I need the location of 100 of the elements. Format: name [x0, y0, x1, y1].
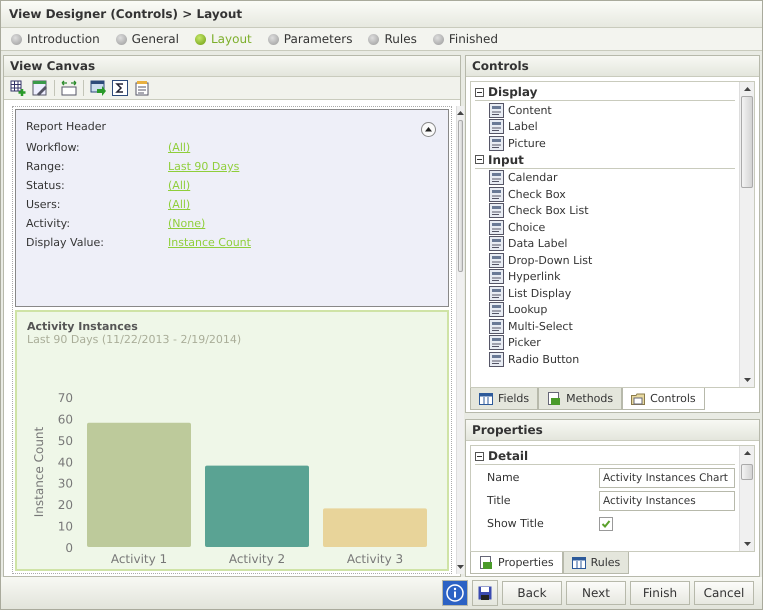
form-icon [489, 102, 504, 118]
tick-label: 40 [58, 455, 73, 470]
tick-label: 0 [65, 541, 73, 555]
grid-icon [572, 556, 586, 570]
field-label: Users: [26, 198, 61, 211]
field-label: Workflow: [26, 141, 80, 154]
collapse-icon[interactable] [421, 122, 436, 137]
control-item[interactable]: Drop-Down List [508, 254, 592, 267]
field-label: Range: [26, 160, 65, 173]
panel-tab[interactable]: Rules [562, 552, 630, 574]
form-icon [489, 352, 504, 367]
axis-title: Instance Count [32, 426, 46, 518]
grid-icon [479, 392, 493, 406]
window-arrow-icon[interactable] [90, 80, 106, 96]
tick-label: 20 [58, 498, 73, 512]
group-header[interactable]: Detail [488, 449, 528, 463]
property-label: Name [487, 471, 520, 484]
tick-label: 60 [58, 412, 73, 426]
panel-tab[interactable]: Controls [622, 388, 705, 410]
scroll-up-icon[interactable] [744, 451, 750, 455]
scrollbar[interactable] [739, 446, 754, 551]
tick-label: 50 [58, 434, 73, 448]
info-icon [446, 584, 464, 602]
scrollbar-thumb[interactable] [741, 96, 753, 188]
collapse-icon[interactable] [475, 155, 484, 164]
table-add-icon[interactable] [10, 80, 26, 96]
scrollbar[interactable] [739, 82, 754, 387]
category-label: Activity 1 [110, 552, 168, 566]
category-label: Activity 3 [346, 552, 404, 566]
scrollbar-thumb[interactable] [741, 464, 753, 480]
tick-label: 30 [58, 476, 73, 491]
scroll-up-icon[interactable] [457, 111, 464, 115]
control-item[interactable]: Data Label [508, 237, 568, 250]
form-icon [489, 335, 504, 350]
field-label: Status: [26, 179, 65, 192]
collapse-icon[interactable] [475, 88, 484, 96]
category-label: Activity 2 [228, 552, 286, 566]
document-icon [479, 556, 493, 570]
folder-icon [631, 392, 646, 406]
wizard-button[interactable]: Finish [630, 581, 690, 605]
properties-icon[interactable] [134, 80, 150, 96]
panel-title: Properties [472, 423, 543, 437]
property-label: Title [487, 494, 511, 507]
control-item[interactable]: Check Box List [508, 204, 589, 218]
panel-tab[interactable]: Properties [470, 552, 563, 574]
input-field[interactable]: Activity Instances [599, 490, 735, 510]
save-button[interactable] [472, 580, 498, 606]
wizard-button[interactable]: Back [502, 581, 562, 605]
control-item[interactable]: Calendar [508, 171, 558, 184]
info-button[interactable] [442, 580, 468, 606]
form-icon [489, 252, 504, 268]
group-header[interactable]: Display [488, 85, 538, 99]
checkbox[interactable] [599, 516, 613, 530]
wizard-step[interactable]: Rules [368, 32, 417, 46]
field-label: Display Value: [26, 236, 104, 249]
tick-label: 10 [58, 520, 73, 534]
scroll-down-icon[interactable] [744, 542, 750, 546]
window-title: View Designer (Controls) > Layout [9, 7, 242, 21]
control-item[interactable]: Hyperlink [508, 270, 561, 284]
control-item[interactable]: Label [508, 120, 538, 134]
form-icon [489, 302, 504, 318]
control-item[interactable]: Multi-Select [508, 320, 573, 333]
wizard-step[interactable]: Introduction [11, 32, 100, 46]
input-field[interactable]: Activity Instances Chart [599, 468, 735, 488]
property-label: Show Title [487, 517, 544, 530]
panel-title: View Canvas [10, 59, 96, 73]
form-icon [489, 136, 504, 151]
control-item[interactable]: Radio Button [508, 352, 580, 366]
wizard-button[interactable]: Next [566, 581, 626, 605]
form-icon [489, 269, 504, 284]
scrollbar-thumb[interactable] [458, 120, 463, 272]
wizard-step[interactable]: Parameters [268, 32, 352, 46]
control-item[interactable]: Picker [508, 336, 541, 350]
control-item[interactable]: Content [508, 104, 552, 117]
scrollbar[interactable] [456, 106, 464, 574]
control-item[interactable]: Lookup [508, 303, 548, 316]
control-item[interactable]: Choice [508, 220, 546, 234]
wizard-step[interactable]: General [116, 32, 179, 46]
collapse-icon[interactable] [475, 452, 484, 460]
panel-tab[interactable]: Fields [470, 388, 538, 410]
scroll-down-icon[interactable] [457, 565, 464, 569]
control-item[interactable]: List Display [508, 286, 572, 300]
chart-title: Activity Instances [27, 320, 138, 333]
form-icon [489, 119, 504, 134]
scroll-down-icon[interactable] [744, 378, 750, 382]
panel-tab[interactable]: Methods [538, 388, 622, 410]
control-item[interactable]: Check Box [508, 188, 566, 201]
form-icon [489, 220, 504, 235]
group-header[interactable]: Input [488, 152, 524, 166]
form-icon [489, 318, 504, 334]
control-item[interactable]: Picture [508, 136, 546, 150]
wizard-step[interactable]: Finished [432, 32, 498, 46]
edit-icon[interactable] [32, 80, 48, 96]
wizard-button[interactable]: Cancel [694, 581, 754, 605]
scroll-up-icon[interactable] [744, 87, 750, 91]
section-title: Report Header [26, 120, 106, 133]
form-icon [489, 186, 504, 202]
resize-icon[interactable] [61, 80, 77, 96]
sigma-icon[interactable] [112, 80, 128, 96]
document-icon [547, 392, 562, 406]
